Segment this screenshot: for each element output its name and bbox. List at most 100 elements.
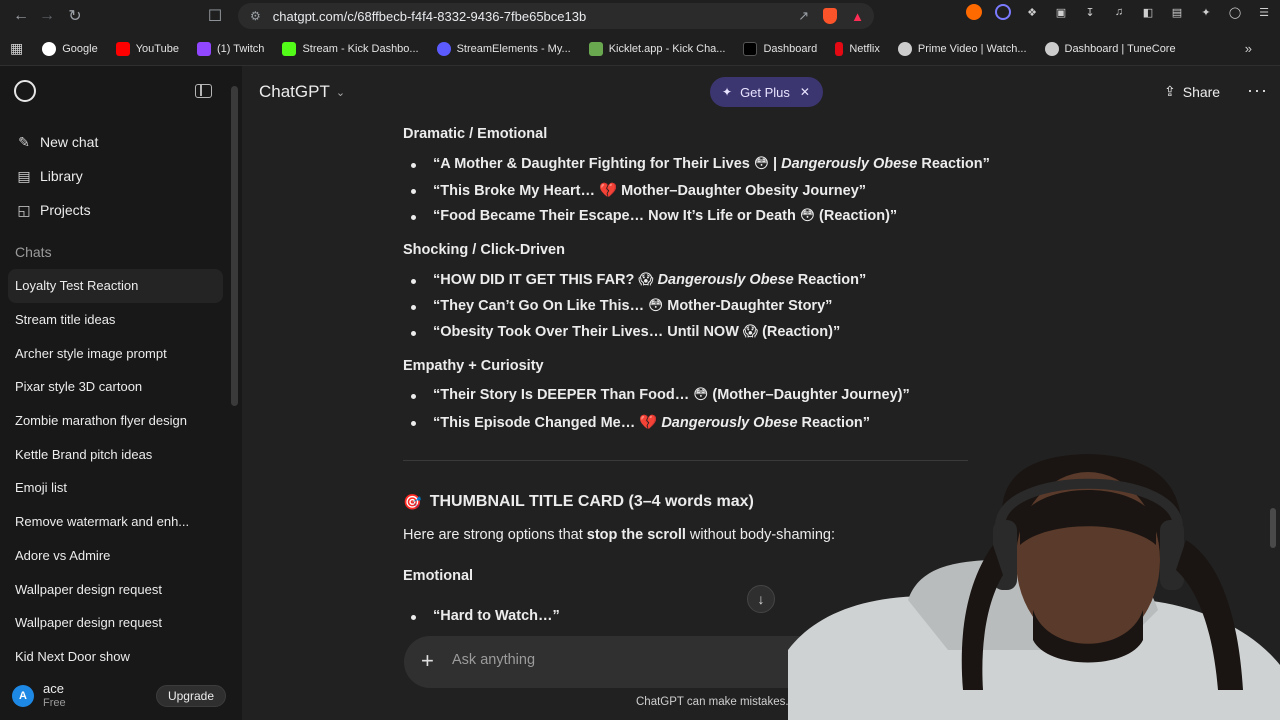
plus-icon[interactable]: +	[421, 648, 434, 674]
leo-ai-icon[interactable]: ✦	[1198, 4, 1214, 20]
bookmark-icon[interactable]: ☐	[202, 3, 228, 29]
download-icon[interactable]: ↧	[1082, 4, 1098, 20]
edit-icon: ✎	[18, 133, 30, 150]
more-options-icon[interactable]: ···	[1247, 80, 1268, 101]
chat-item[interactable]: Emoji list	[8, 471, 223, 505]
kicklet-icon	[588, 41, 603, 56]
bookmark-twitch[interactable]: (1) Twitch	[188, 37, 273, 61]
sidebar: ✎ New chat ▤ Library ◱ Projects Chats Loyal…	[0, 66, 242, 720]
chat-item[interactable]: Adore vs Admire	[8, 539, 223, 573]
brave-shield-icon[interactable]	[823, 8, 838, 24]
dashboard-icon	[743, 41, 758, 56]
streamelements-icon	[436, 41, 451, 56]
bookmark-label: YouTube	[135, 42, 179, 55]
brave-rewards-icon[interactable]: ▲	[851, 9, 864, 24]
bookmark-google[interactable]: Google	[33, 37, 106, 61]
target-icon: 🎯	[403, 494, 422, 511]
chat-item[interactable]: Loyalty Test Reaction	[8, 269, 223, 303]
site-info-icon[interactable]: ⚙	[250, 9, 261, 23]
chat-item[interactable]: Pixar style 3D cartoon	[8, 370, 223, 404]
bookmark-dashboard[interactable]: Dashboard	[734, 37, 826, 61]
sidebar-item-projects[interactable]: ◱ Projects	[8, 193, 228, 227]
section-heading: Emotional	[403, 568, 474, 584]
bookmark-kicklet[interactable]: Kicklet.app - Kick Cha...	[580, 37, 735, 61]
url-text: chatgpt.com/c/68ffbecb-f4f4-8332-9436-7f…	[272, 8, 587, 24]
openai-logo-icon[interactable]	[14, 80, 36, 102]
section-heading: Dramatic / Emotional	[403, 126, 548, 142]
bookmark-label: Prime Video | Watch...	[917, 42, 1027, 55]
bookmarks-overflow-icon[interactable]: »	[1245, 41, 1252, 56]
reload-icon[interactable]: ↻	[62, 3, 88, 29]
apps-grid-icon[interactable]: ▦	[10, 40, 23, 57]
user-menu[interactable]: A ace Free Upgrade	[0, 672, 242, 720]
arrow-down-icon: ↓	[757, 591, 765, 607]
chat-header: ChatGPT ⌄ ✦ Get Plus ✕ ⇪ Share ···	[242, 66, 1280, 118]
list-item: “This Broke My Heart… 💔 Mother–Daughter …	[410, 183, 867, 199]
chat-item[interactable]: Stream title ideas	[8, 303, 223, 337]
forward-icon[interactable]: →	[34, 3, 60, 29]
sidepanel-icon[interactable]: ◧	[1140, 4, 1156, 20]
extension-orange-icon[interactable]	[966, 4, 982, 20]
chevron-down-icon: ⌄	[335, 86, 346, 99]
get-plus-button[interactable]: ✦ Get Plus ✕	[710, 77, 823, 107]
vpn-icon[interactable]: ◯	[1227, 4, 1243, 20]
model-selector[interactable]: ChatGPT ⌄	[259, 82, 345, 102]
sidebar-toggle-icon[interactable]	[195, 84, 212, 98]
webcam-overlay	[788, 450, 1280, 720]
section-heading: Empathy + Curiosity	[403, 358, 544, 374]
chat-item[interactable]: Kid Next Door show	[8, 640, 223, 674]
bookmark-tunecore[interactable]: Dashboard | TuneCore	[1036, 37, 1185, 61]
chat-item[interactable]: Archer style image prompt	[8, 336, 223, 370]
list-item: “Their Story Is DEEPER Than Food… 😳 (Mot…	[411, 387, 910, 403]
chat-item[interactable]: Wallpaper design request	[8, 606, 223, 640]
address-bar[interactable]: ⚙ chatgpt.com/c/68ffbecb-f4f4-8332-9436-…	[238, 3, 874, 29]
bookmark-label: Dashboard | TuneCore	[1064, 42, 1176, 55]
thumbnail-heading-text: THUMBNAIL TITLE CARD (3–4 words max)	[429, 493, 754, 510]
share-page-icon[interactable]: ↗	[798, 8, 809, 24]
chat-item[interactable]: Zombie marathon flyer design	[8, 404, 223, 438]
bookmark-label: Google	[62, 42, 98, 55]
globe-icon	[897, 41, 912, 56]
chat-item[interactable]: Wallpaper design request	[8, 572, 223, 606]
extension-circle-icon[interactable]	[995, 4, 1011, 20]
browser-toolbar: ← → ↻ ☐ ⚙ chatgpt.com/c/68ffbecb-f4f4-83…	[0, 0, 1280, 32]
list-item: “They Can’t Go On Like This… 😳 Mother-Da…	[410, 298, 833, 314]
folder-icon: ◱	[17, 201, 31, 218]
twitch-icon	[196, 41, 211, 56]
list-item: “Obesity Took Over Their Lives… Until NO…	[410, 324, 841, 340]
bookmark-youtube[interactable]: YouTube	[107, 37, 188, 61]
menu-icon[interactable]: ☰	[1256, 4, 1272, 20]
wallet-icon[interactable]: ▤	[1169, 4, 1185, 20]
screenshot-icon[interactable]: ▣	[1053, 4, 1069, 20]
sidebar-nav: ✎ New chat ▤ Library ◱ Projects	[8, 125, 228, 227]
media-icon[interactable]: ♫	[1111, 4, 1127, 20]
list-item: “A Mother & Daughter Fighting for Their …	[411, 156, 990, 172]
bookmark-streamelements[interactable]: StreamElements - My...	[428, 37, 580, 61]
prompt-input[interactable]	[452, 652, 752, 668]
scroll-down-button[interactable]: ↓	[747, 585, 775, 613]
list-item: “Food Became Their Escape… Now It’s Life…	[410, 208, 898, 224]
back-icon[interactable]: ←	[8, 3, 34, 29]
list-item: “This Episode Changed Me… 💔 Dangerously …	[410, 415, 871, 431]
youtube-icon	[115, 41, 130, 56]
list-item: “Hard to Watch…”	[411, 608, 560, 624]
chat-item[interactable]: Kettle Brand pitch ideas	[8, 437, 223, 471]
extensions-puzzle-icon[interactable]: ❖	[1024, 4, 1040, 20]
bookmark-netflix[interactable]: Netflix	[826, 37, 889, 61]
close-icon[interactable]: ✕	[800, 85, 810, 99]
sidebar-item-library[interactable]: ▤ Library	[8, 159, 228, 193]
kick-icon	[282, 41, 297, 56]
bookmark-prime-video[interactable]: Prime Video | Watch...	[889, 37, 1036, 61]
disclaimer: ChatGPT can make mistakes. C	[636, 696, 801, 708]
bookmark-label: Kicklet.app - Kick Cha...	[608, 42, 726, 55]
sidebar-scrollbar[interactable]	[231, 86, 238, 406]
chat-item[interactable]: Remove watermark and enh...	[8, 505, 223, 539]
share-label: Share	[1182, 83, 1221, 100]
upgrade-button[interactable]: Upgrade	[155, 685, 226, 707]
google-icon	[42, 41, 57, 56]
share-button[interactable]: ⇪ Share	[1164, 83, 1220, 100]
sidebar-item-new-chat[interactable]: ✎ New chat	[8, 125, 228, 159]
bookmark-kick[interactable]: Stream - Kick Dashbo...	[273, 37, 427, 61]
thumbnail-paragraph: Here are strong options that stop the sc…	[403, 527, 835, 543]
bookmarks-bar: ▦ Google YouTube (1) Twitch Stream - Kic…	[0, 32, 1280, 66]
